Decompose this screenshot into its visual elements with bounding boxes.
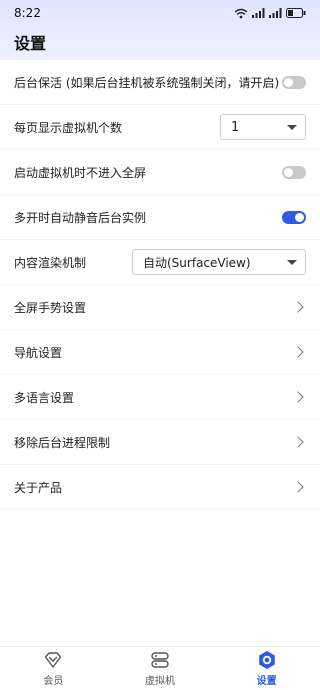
setting-process-limit[interactable]: 移除后台进程限制 bbox=[0, 420, 320, 465]
setting-label: 多开时自动静音后台实例 bbox=[14, 210, 147, 225]
status-icons bbox=[234, 8, 306, 19]
status-time: 8:22 bbox=[14, 6, 41, 20]
setting-label: 移除后台进程限制 bbox=[14, 435, 111, 450]
auto-mute-toggle[interactable] bbox=[282, 210, 306, 224]
page-title: 设置 bbox=[14, 34, 47, 53]
nav-vm[interactable]: 虚拟机 bbox=[120, 650, 200, 687]
vms-per-page-select[interactable]: 1 bbox=[220, 114, 306, 140]
caret-down-icon bbox=[287, 124, 297, 130]
wifi-icon bbox=[234, 8, 248, 18]
setting-vms-per-page: 每页显示虚拟机个数 1 bbox=[0, 105, 320, 150]
nav-label: 虚拟机 bbox=[144, 676, 175, 687]
setting-auto-mute: 多开时自动静音后台实例 bbox=[0, 195, 320, 240]
setting-keep-alive: 后台保活 (如果后台挂机被系统强制关闭，请开启) bbox=[0, 60, 320, 105]
nav-member[interactable]: 会员 bbox=[13, 650, 93, 687]
chevron-right-icon bbox=[292, 346, 304, 358]
nav-label: 会员 bbox=[43, 676, 64, 687]
setting-language[interactable]: 多语言设置 bbox=[0, 375, 320, 420]
setting-label: 每页显示虚拟机个数 bbox=[14, 120, 123, 135]
setting-label: 启动虚拟机时不进入全屏 bbox=[14, 165, 147, 180]
setting-about[interactable]: 关于产品 bbox=[0, 465, 320, 510]
select-value: 1 bbox=[231, 119, 240, 135]
setting-label: 关于产品 bbox=[14, 480, 63, 495]
select-value: 自动(SurfaceView) bbox=[143, 255, 251, 270]
chevron-right-icon bbox=[292, 436, 304, 448]
nav-label: 设置 bbox=[256, 676, 277, 687]
battery-icon bbox=[286, 8, 306, 18]
signal-icon bbox=[252, 8, 265, 18]
setting-no-fullscreen: 启动虚拟机时不进入全屏 bbox=[0, 150, 320, 195]
setting-label: 全屏手势设置 bbox=[14, 300, 87, 315]
setting-label: 后台保活 (如果后台挂机被系统强制关闭，请开启) bbox=[14, 75, 280, 90]
setting-label: 内容渲染机制 bbox=[14, 255, 87, 270]
diamond-icon bbox=[43, 650, 63, 670]
server-icon bbox=[150, 650, 170, 670]
status-bar: 8:22 bbox=[0, 0, 320, 26]
nav-settings[interactable]: 设置 bbox=[227, 650, 307, 687]
setting-label: 多语言设置 bbox=[14, 390, 75, 405]
setting-label: 导航设置 bbox=[14, 345, 63, 360]
setting-render-mode: 内容渲染机制 自动(SurfaceView) bbox=[0, 240, 320, 285]
keep-alive-toggle[interactable] bbox=[282, 75, 306, 89]
settings-list: 后台保活 (如果后台挂机被系统强制关闭，请开启) 每页显示虚拟机个数 1 启动虚… bbox=[0, 60, 320, 510]
bottom-nav: 会员 虚拟机 设置 bbox=[0, 646, 320, 690]
gear-icon bbox=[257, 650, 277, 670]
no-fullscreen-toggle[interactable] bbox=[282, 165, 306, 179]
setting-gesture[interactable]: 全屏手势设置 bbox=[0, 285, 320, 330]
caret-down-icon bbox=[287, 259, 297, 265]
chevron-right-icon bbox=[292, 391, 304, 403]
chevron-right-icon bbox=[292, 481, 304, 493]
chevron-right-icon bbox=[292, 301, 304, 313]
setting-navigation[interactable]: 导航设置 bbox=[0, 330, 320, 375]
signal-icon bbox=[269, 8, 282, 18]
render-mode-select[interactable]: 自动(SurfaceView) bbox=[132, 249, 306, 275]
